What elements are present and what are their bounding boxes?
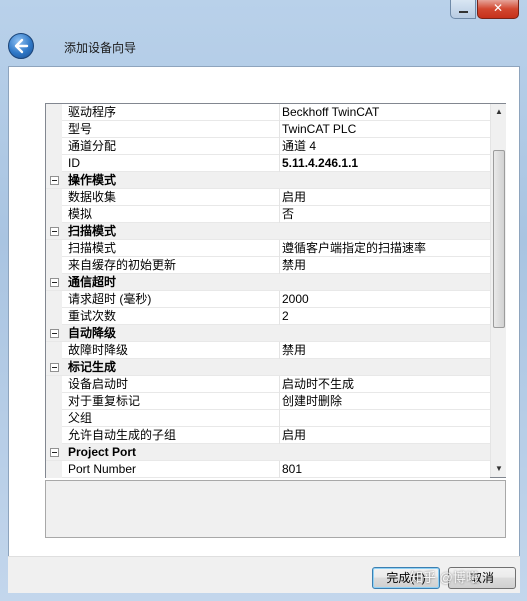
collapse-icon[interactable]: [50, 176, 59, 185]
scroll-thumb[interactable]: [493, 150, 505, 328]
row-gutter: [46, 410, 62, 427]
category-row[interactable]: 操作模式: [46, 172, 490, 189]
property-row[interactable]: 允许自动生成的子组 启用: [46, 427, 490, 444]
property-value[interactable]: 禁用: [282, 342, 490, 359]
row-gutter: [46, 291, 62, 308]
category-label: 操作模式: [68, 173, 117, 187]
property-name: 对于重复标记: [68, 393, 280, 410]
property-value[interactable]: [282, 410, 490, 427]
property-row[interactable]: 模拟否: [46, 206, 490, 223]
category-label: 自动降级: [68, 326, 117, 340]
category-row[interactable]: 通信超时: [46, 274, 490, 291]
row-gutter: [46, 240, 62, 257]
minimize-button[interactable]: [450, 0, 476, 19]
property-row[interactable]: 父组: [46, 410, 490, 427]
collapse-icon[interactable]: [50, 329, 59, 338]
property-grid[interactable]: 驱动程序 Beckhoff TwinCAT 型号 TwinCAT PLC 通道分配 通道 …: [45, 103, 506, 478]
property-name: 父组: [68, 410, 280, 427]
property-name: 通道分配: [68, 138, 280, 155]
category-row[interactable]: Project Port: [46, 444, 490, 461]
collapse-icon[interactable]: [50, 363, 59, 372]
category-row[interactable]: 扫描模式: [46, 223, 490, 240]
property-row[interactable]: 来自缓存的初始更新 禁用: [46, 257, 490, 274]
row-gutter: [46, 206, 62, 223]
description-pane: [45, 480, 506, 538]
collapse-icon[interactable]: [50, 227, 59, 236]
property-name: 模拟: [68, 206, 280, 223]
property-row[interactable]: 型号 TwinCAT PLC: [46, 121, 490, 138]
property-value[interactable]: 启动时不生成: [282, 376, 490, 393]
property-row[interactable]: 通道分配 通道 4: [46, 138, 490, 155]
property-row[interactable]: 数据收集 启用: [46, 189, 490, 206]
property-rows: 驱动程序 Beckhoff TwinCAT 型号 TwinCAT PLC 通道分配 通道 …: [46, 104, 490, 478]
property-value[interactable]: 801: [282, 461, 490, 478]
category-label: 标记生成: [68, 360, 117, 374]
property-row[interactable]: 驱动程序 Beckhoff TwinCAT: [46, 104, 490, 121]
wizard-header: 添加设备向导: [0, 26, 527, 66]
wizard-title: 添加设备向导: [64, 41, 137, 55]
category-row[interactable]: 自动降级: [46, 325, 490, 342]
property-value[interactable]: 禁用: [282, 257, 490, 274]
property-row[interactable]: Port Number 801: [46, 461, 490, 478]
property-value[interactable]: 2: [282, 308, 490, 325]
close-button[interactable]: ✕: [477, 0, 519, 19]
collapse-icon[interactable]: [50, 278, 59, 287]
property-value[interactable]: 否: [282, 206, 490, 223]
scroll-down-icon[interactable]: ▼: [491, 461, 507, 477]
row-gutter: [46, 427, 62, 444]
property-name: Port Number: [68, 461, 280, 478]
row-gutter: [46, 121, 62, 138]
row-gutter: [46, 257, 62, 274]
property-value[interactable]: 启用: [282, 189, 490, 206]
property-name: 扫描模式: [68, 240, 280, 257]
row-gutter: [46, 189, 62, 206]
back-arrow-icon[interactable]: [8, 33, 34, 59]
property-value[interactable]: 启用: [282, 427, 490, 444]
property-row[interactable]: 对于重复标记 创建时删除: [46, 393, 490, 410]
property-row[interactable]: 故障时降级 禁用: [46, 342, 490, 359]
property-value[interactable]: 5.11.4.246.1.1: [282, 155, 490, 172]
category-label: Project Port: [68, 445, 137, 459]
category-row[interactable]: 标记生成: [46, 359, 490, 376]
property-value[interactable]: TwinCAT PLC: [282, 121, 490, 138]
row-gutter: [46, 393, 62, 410]
collapse-icon[interactable]: [50, 448, 59, 457]
property-name: 驱动程序: [68, 104, 280, 121]
scroll-up-icon[interactable]: ▲: [491, 104, 507, 120]
property-name: 故障时降级: [68, 342, 280, 359]
row-gutter: [46, 104, 62, 121]
property-value[interactable]: 创建时删除: [282, 393, 490, 410]
property-value[interactable]: 遵循客户端指定的扫描速率: [282, 240, 490, 257]
property-row[interactable]: 设备启动时 启动时不生成: [46, 376, 490, 393]
property-name: 允许自动生成的子组: [68, 427, 280, 444]
property-name: 设备启动时: [68, 376, 280, 393]
row-gutter: [46, 308, 62, 325]
row-gutter: [46, 461, 62, 478]
row-gutter: [46, 376, 62, 393]
vertical-scrollbar[interactable]: ▲ ▼: [490, 104, 506, 477]
property-name: 重试次数: [68, 308, 280, 325]
property-row[interactable]: 请求超时 (毫秒) 2000: [46, 291, 490, 308]
property-name: 型号: [68, 121, 280, 138]
property-name: 来自缓存的初始更新: [68, 257, 280, 274]
row-gutter: [46, 342, 62, 359]
property-value[interactable]: 通道 4: [282, 138, 490, 155]
row-gutter: [46, 155, 62, 172]
property-value[interactable]: Beckhoff TwinCAT: [282, 104, 490, 121]
watermark: 知乎 @博曦: [410, 570, 479, 585]
property-row[interactable]: 重试次数 2: [46, 308, 490, 325]
category-label: 通信超时: [68, 275, 117, 289]
property-name: 请求超时 (毫秒): [68, 291, 280, 308]
property-row[interactable]: 扫描模式 遵循客户端指定的扫描速率: [46, 240, 490, 257]
property-name: 数据收集: [68, 189, 280, 206]
property-row[interactable]: ID 5.11.4.246.1.1: [46, 155, 490, 172]
property-name: ID: [68, 155, 280, 172]
title-bar[interactable]: ✕: [0, 0, 527, 26]
property-value[interactable]: 2000: [282, 291, 490, 308]
category-label: 扫描模式: [68, 224, 117, 238]
row-gutter: [46, 138, 62, 155]
